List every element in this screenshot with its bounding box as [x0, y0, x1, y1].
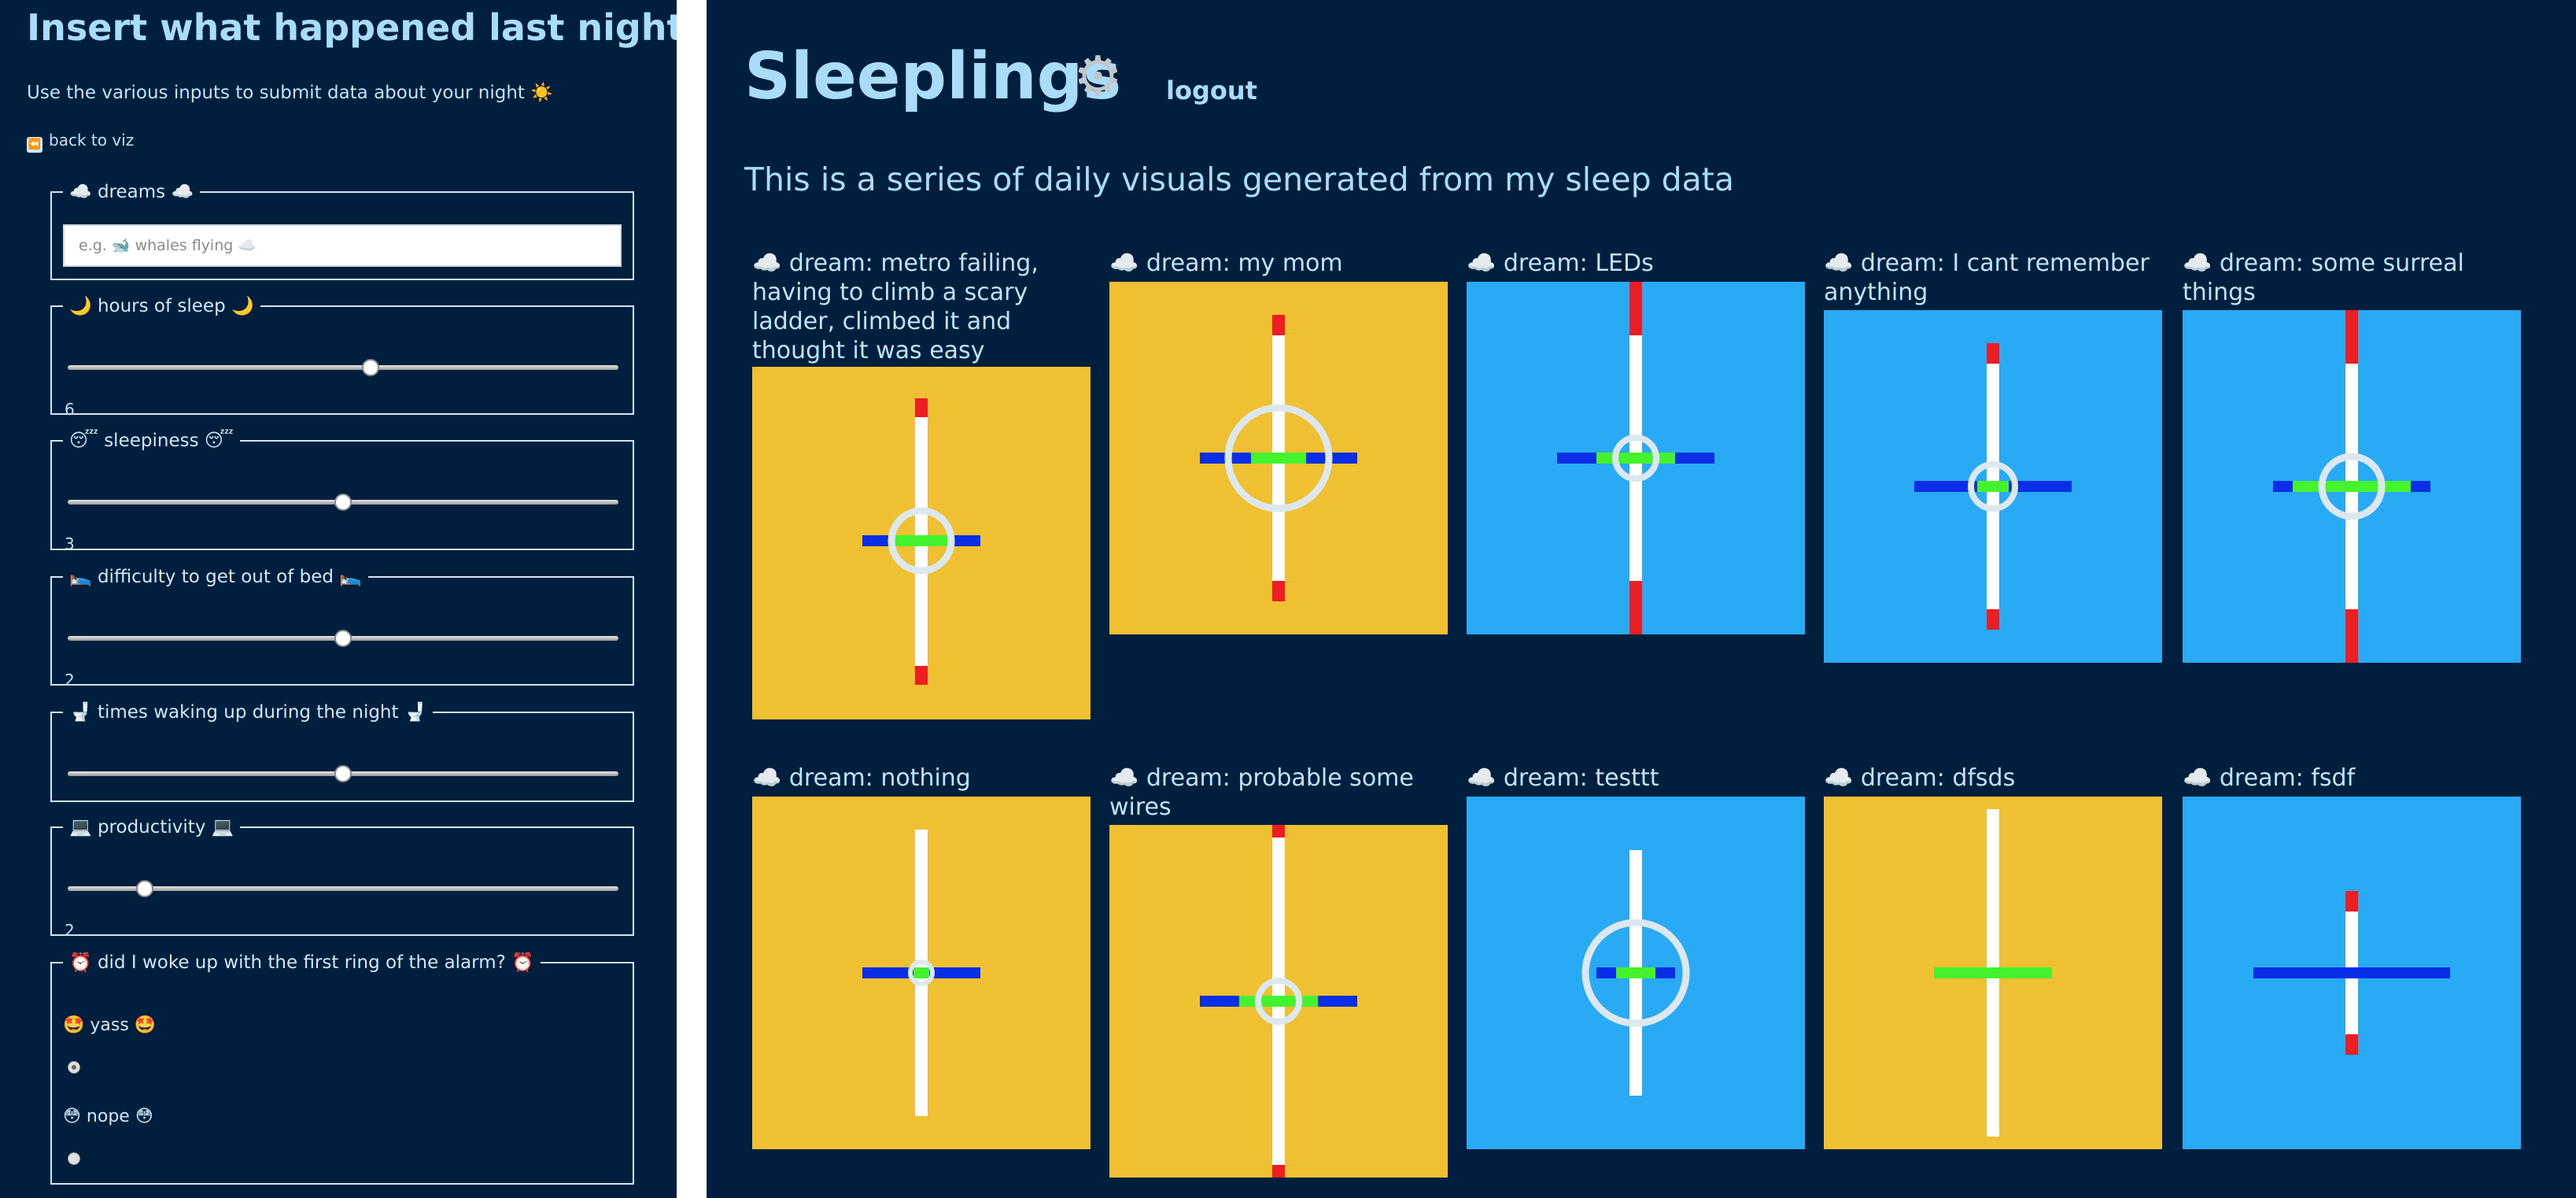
sleep-visual-card[interactable]: [1109, 825, 1448, 1178]
sleep-visual-card[interactable]: [1109, 282, 1448, 634]
sleepiness-legend: 😴 sleepiness 😴: [69, 431, 234, 451]
sleep-visual: [752, 367, 1091, 719]
card-caption: ☁️ dream: metro failing, having to climb…: [752, 250, 1039, 364]
rewind-icon: ⏪: [27, 137, 42, 153]
sleep-visual-card[interactable]: [1467, 797, 1805, 1149]
alarm-option-yass-label: 🤩 yass 🤩: [63, 1015, 157, 1035]
viz-subtitle: This is a series of daily visuals genera…: [744, 161, 1734, 198]
sleep-visual-card[interactable]: [1467, 282, 1805, 634]
sleepiness-slider-thumb[interactable]: [334, 494, 352, 511]
alarm-legend: ⏰ did I woke up with the first ring of t…: [69, 952, 534, 973]
card-caption: ☁️ dream: testtt: [1467, 764, 1659, 792]
wake-mark: [915, 666, 928, 685]
productivity-bar: [1251, 453, 1306, 464]
card-caption: ☁️ dream: LEDs: [1467, 250, 1654, 277]
dreams-legend: ☁️ dreams ☁️: [69, 182, 194, 202]
alarm-option-yass-radio[interactable]: [68, 1061, 80, 1074]
bedtime-mark: [1987, 343, 1999, 364]
card-caption: ☁️ dream: nothing: [752, 764, 971, 792]
sleep-visual-card[interactable]: [1824, 797, 2162, 1149]
form-title: Insert what happened last night 😳: [27, 6, 677, 49]
sleep-visual: [1824, 310, 2162, 663]
sleep-visual-card[interactable]: [2183, 310, 2521, 663]
sleep-visual: [1824, 797, 2162, 1149]
sleep-visual-card[interactable]: [1824, 310, 2162, 663]
card-caption: ☁️ dream: some surreal things: [2183, 250, 2464, 306]
productivity-bar: [894, 535, 949, 546]
productivity-bar: [1596, 453, 1675, 464]
bedtime-mark: [1272, 825, 1285, 837]
difficulty-fieldset: 🛌 difficulty to get out of bed 🛌 2: [50, 566, 634, 690]
card-caption: ☁️ dream: my mom: [1109, 250, 1343, 277]
waking-fieldset: 🚽 times waking up during the night 🚽: [50, 701, 634, 802]
sleepiness-bar: [2253, 967, 2450, 978]
bedtime-mark: [2345, 891, 2358, 911]
dreams-fieldset: ☁️ dreams ☁️: [50, 181, 634, 280]
sleep-visual: [1109, 825, 1448, 1178]
alarm-fieldset: ⏰ did I woke up with the first ring of t…: [50, 952, 634, 1185]
alarm-option-nope-label: 😳 nope 😳: [63, 1107, 153, 1126]
sleep-visual: [2183, 797, 2521, 1149]
productivity-slider-thumb[interactable]: [136, 880, 153, 897]
wake-mark: [1987, 609, 1999, 630]
bedtime-mark: [2345, 310, 2358, 364]
card-caption: ☁️ dream: fsdf: [2183, 764, 2356, 792]
sleep-visual-card[interactable]: [752, 797, 1091, 1149]
productivity-bar: [2293, 481, 2411, 492]
sleep-visual: [2183, 310, 2521, 663]
sleep-visual-card[interactable]: [752, 367, 1091, 719]
form-subtitle: Use the various inputs to submit data ab…: [27, 83, 553, 103]
productivity-value: 2: [65, 921, 75, 940]
difficulty-legend: 🛌 difficulty to get out of bed 🛌: [69, 567, 362, 587]
back-link-label: back to viz: [49, 131, 135, 150]
hours-slider-thumb[interactable]: [362, 359, 379, 376]
card-caption: ☁️ dream: dfsds: [1824, 764, 2016, 792]
alarm-option-nope-radio[interactable]: [68, 1152, 80, 1165]
gear-icon[interactable]: ⚙: [1073, 44, 1123, 109]
sleepiness-fieldset: 😴 sleepiness 😴 3: [50, 431, 634, 553]
productivity-fieldset: 💻 productivity 💻 2: [50, 816, 634, 940]
sleep-visual-card[interactable]: [2183, 797, 2521, 1149]
bedtime-mark: [915, 398, 928, 417]
difficulty-slider-thumb[interactable]: [334, 630, 352, 647]
hours-fieldset: 🌙 hours of sleep 🌙 6: [50, 295, 634, 419]
viz-panel: Sleeplings ⚙ logout This is a series of …: [707, 0, 2576, 1198]
page-title: Sleeplings: [744, 39, 1122, 114]
input-panel: Insert what happened last night 😳 Use th…: [0, 0, 677, 1198]
card-caption: ☁️ dream: I cant remember anything: [1824, 250, 2150, 306]
hours-slider[interactable]: [68, 365, 618, 370]
waking-slider-thumb[interactable]: [334, 765, 352, 782]
sleepiness-value: 3: [65, 534, 75, 553]
hours-value: 6: [65, 400, 75, 419]
dreams-input[interactable]: [63, 224, 622, 267]
productivity-bar: [1977, 481, 2009, 492]
sleep-visual: [1467, 797, 1805, 1149]
waking-legend: 🚽 times waking up during the night 🚽: [69, 702, 427, 723]
wake-mark: [2345, 1034, 2358, 1055]
productivity-bar: [913, 967, 929, 978]
wake-mark: [2345, 609, 2358, 663]
back-to-viz-link[interactable]: ⏪ back to viz: [27, 131, 134, 153]
productivity-bar: [1934, 967, 2052, 978]
difficulty-value: 2: [65, 671, 75, 690]
hours-legend: 🌙 hours of sleep 🌙: [69, 296, 254, 316]
bedtime-mark: [1629, 282, 1642, 335]
productivity-bar: [1239, 996, 1318, 1007]
productivity-bar: [1616, 967, 1655, 978]
bedtime-mark: [1272, 315, 1285, 335]
sleep-visual: [1109, 282, 1448, 634]
wake-mark: [1629, 581, 1642, 634]
sleep-visual: [1467, 282, 1805, 634]
card-caption: ☁️ dream: probable some wires: [1109, 764, 1414, 821]
logout-link[interactable]: logout: [1166, 76, 1257, 105]
sleep-visual: [752, 797, 1091, 1149]
productivity-legend: 💻 productivity 💻: [69, 817, 234, 837]
wake-mark: [1272, 581, 1285, 601]
wake-mark: [1272, 1165, 1285, 1178]
